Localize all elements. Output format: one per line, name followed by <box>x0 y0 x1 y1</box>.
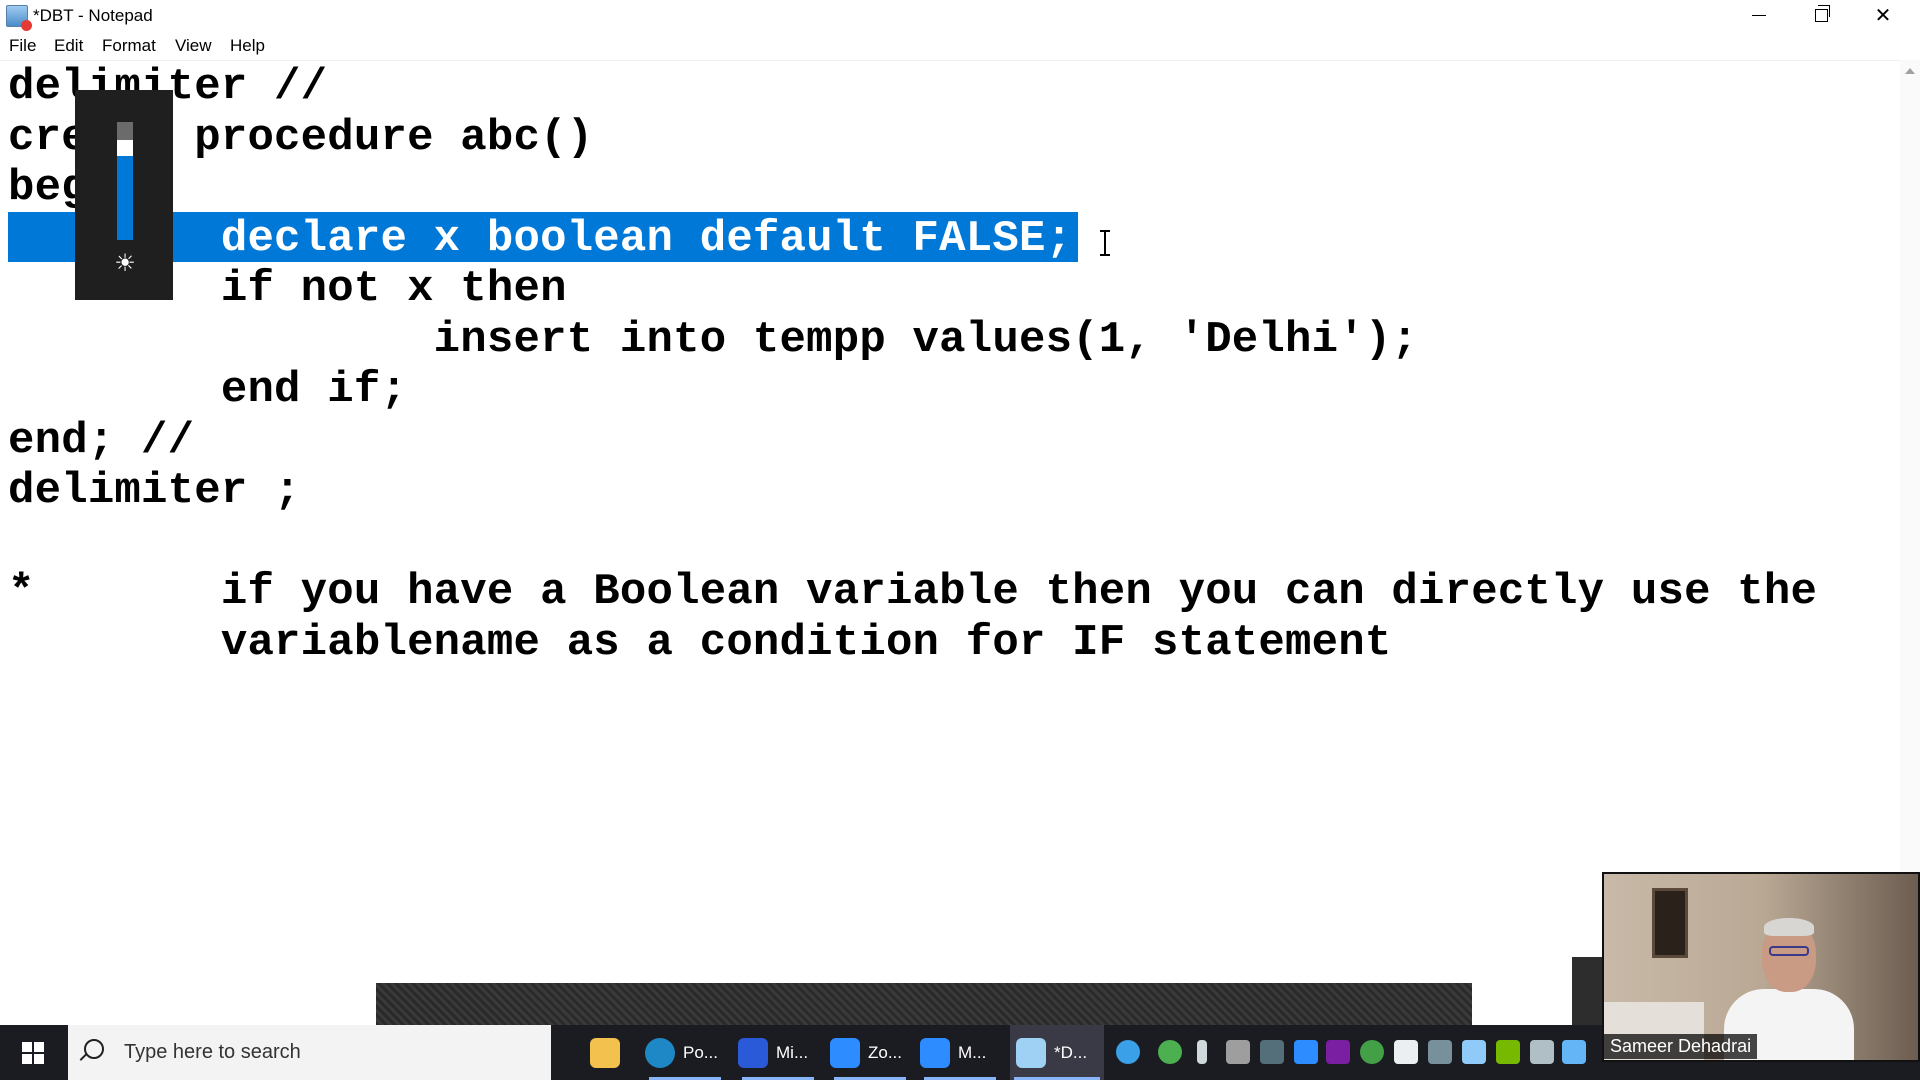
editor-line: delimiter ; <box>8 466 301 516</box>
share-toolbar-edge <box>1572 957 1602 1025</box>
notepad-icon <box>6 5 32 31</box>
snowflake-icon[interactable] <box>1462 1040 1486 1064</box>
whiteboard-icon <box>738 1037 768 1068</box>
brightness-slider-thumb[interactable] <box>117 140 133 156</box>
editor-line: * if you have a Boolean variable then yo… <box>8 567 1818 617</box>
notepad-icon <box>1016 1037 1046 1068</box>
title-bar: *DBT - Notepad ✕ <box>0 0 1920 32</box>
start-button[interactable] <box>0 1025 66 1080</box>
edge-icon <box>645 1037 675 1068</box>
menu-view[interactable]: View <box>175 36 212 56</box>
file-explorer-icon <box>590 1037 620 1068</box>
brightness-overlay: ☀ <box>75 90 173 300</box>
taskbar-app-label: Po... <box>683 1042 718 1062</box>
tablet-icon[interactable] <box>1530 1040 1554 1064</box>
taskbar-app-label: Zo... <box>868 1042 903 1062</box>
search-placeholder: Type here to search <box>124 1041 301 1063</box>
zoom-tray-icon[interactable] <box>1294 1040 1318 1064</box>
editor-line: end; // <box>8 416 195 466</box>
microphone-icon[interactable] <box>1197 1040 1207 1064</box>
brightness-slider-empty <box>117 122 133 140</box>
editor-line: variablename as a condition for IF state… <box>8 618 1392 668</box>
close-button[interactable]: ✕ <box>1853 0 1913 30</box>
taskbar-app-label: *D... <box>1054 1042 1088 1062</box>
menu-help[interactable]: Help <box>230 36 265 56</box>
onenote-icon[interactable] <box>1326 1040 1350 1064</box>
wifi-icon[interactable] <box>1428 1040 1452 1064</box>
window-title: *DBT - Notepad <box>33 6 153 25</box>
windows-icon <box>22 1041 44 1064</box>
wall-picture <box>1652 888 1688 958</box>
taskbar-app-explorer[interactable] <box>590 1025 630 1080</box>
taskbar-app-edge[interactable]: Po... <box>645 1025 725 1080</box>
sun-icon: ☀ <box>114 250 136 277</box>
menu-bar: File Edit Format View Help <box>0 32 1920 61</box>
menu-file[interactable]: File <box>9 36 36 56</box>
utorrent-icon[interactable] <box>1360 1040 1384 1064</box>
zoom-meeting-icon <box>920 1037 950 1068</box>
scroll-up-icon[interactable] <box>1905 68 1915 74</box>
restore-button[interactable] <box>1791 0 1851 30</box>
steam-icon[interactable] <box>1260 1040 1284 1064</box>
nvidia-icon[interactable] <box>1496 1040 1520 1064</box>
battery-icon[interactable] <box>1226 1040 1250 1064</box>
minimize-button[interactable] <box>1729 0 1789 30</box>
editor-line: insert into tempp values(1, 'Delhi'); <box>8 315 1419 365</box>
zoom-icon <box>830 1037 860 1068</box>
taskbar-app-whiteboard[interactable]: Mi... <box>738 1025 818 1080</box>
taskbar-app-label: M... <box>958 1042 987 1062</box>
search-icon <box>84 1039 104 1059</box>
taskbar-app-zoom[interactable]: Zo... <box>830 1025 910 1080</box>
recording-dot-icon <box>21 20 32 31</box>
ibeam-cursor-icon <box>1100 230 1110 256</box>
pen-icon[interactable] <box>1562 1040 1586 1064</box>
taskbar-search[interactable]: Type here to search <box>68 1025 551 1080</box>
editor-line: end if; <box>8 365 408 415</box>
taskbar-app-zoom-meeting[interactable]: M... <box>920 1025 1000 1080</box>
help-icon[interactable] <box>1116 1040 1140 1064</box>
participant-glasses <box>1769 946 1809 956</box>
participant-hair <box>1764 918 1814 936</box>
participant-name: Sameer Dehadrai <box>1604 1034 1758 1059</box>
taskbar-app-label: Mi... <box>776 1042 809 1062</box>
menu-format[interactable]: Format <box>102 36 156 56</box>
security-check-icon[interactable] <box>1158 1040 1182 1064</box>
taskbar-app-notepad[interactable]: *D... <box>1010 1025 1104 1080</box>
participant-video[interactable]: Sameer Dehadrai <box>1602 872 1920 1062</box>
shield-icon[interactable] <box>1394 1040 1418 1064</box>
share-toolbar-band <box>376 983 1472 1025</box>
menu-edit[interactable]: Edit <box>54 36 83 56</box>
